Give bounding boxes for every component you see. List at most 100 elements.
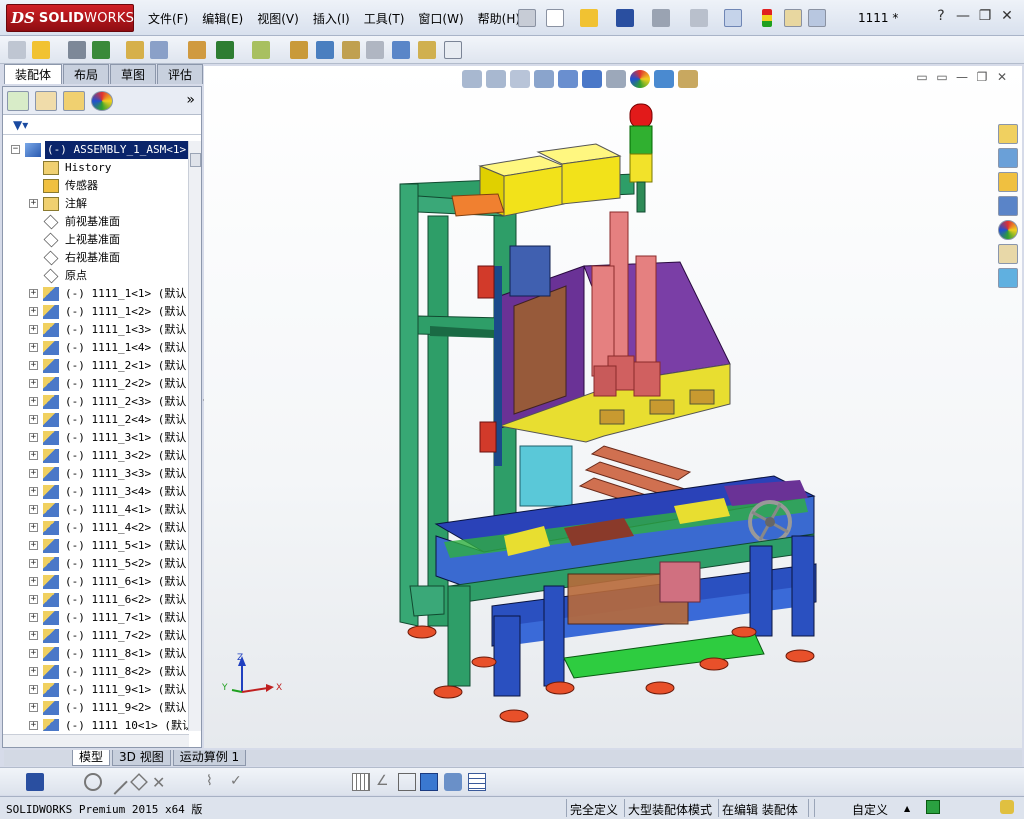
tree-item-component[interactable]: + (-) 1111_3<2> (默认): [3, 447, 189, 465]
expand-icon[interactable]: +: [29, 649, 38, 658]
menu-item-5[interactable]: 窗口(W): [418, 10, 463, 27]
tree-item-component[interactable]: + (-) 1111_6<1> (默认): [3, 573, 189, 591]
custom-properties-icon[interactable]: [998, 244, 1018, 264]
tree-item-component[interactable]: + (-) 1111_3<4> (默认): [3, 483, 189, 501]
panel-expand-icon[interactable]: »: [186, 92, 195, 108]
tree-item-right-plane[interactable]: 右视基准面: [3, 249, 189, 267]
close-icon[interactable]: ✕: [996, 8, 1018, 24]
tab-0[interactable]: 装配体: [4, 64, 63, 84]
tree-filter[interactable]: ▼▾: [3, 115, 201, 135]
assembly-features-icon[interactable]: [216, 41, 234, 59]
bill-of-materials-icon[interactable]: [316, 41, 334, 59]
new-document-icon[interactable]: [546, 9, 564, 27]
tree-item-history[interactable]: History: [3, 159, 189, 177]
forum-icon[interactable]: [998, 268, 1018, 288]
save-icon[interactable]: [26, 773, 44, 791]
menu-item-6[interactable]: 帮助(H): [478, 10, 520, 27]
expand-icon[interactable]: +: [29, 289, 38, 298]
expand-icon[interactable]: +: [29, 343, 38, 352]
mate-icon[interactable]: [68, 41, 86, 59]
expand-icon[interactable]: +: [29, 379, 38, 388]
expand-icon[interactable]: +: [29, 685, 38, 694]
insert-component-icon[interactable]: [8, 41, 26, 59]
view-palette-icon[interactable]: [998, 196, 1018, 216]
scroll-thumb[interactable]: [190, 153, 201, 167]
pin-icon[interactable]: [518, 9, 536, 27]
tree-item-component[interactable]: + (-) 1111_1<2> (默认): [3, 303, 189, 321]
expand-icon[interactable]: +: [29, 397, 38, 406]
expand-icon[interactable]: +: [29, 667, 38, 676]
tree-item-component[interactable]: + (-) 1111_9<1> (默认): [3, 681, 189, 699]
expand-icon[interactable]: +: [29, 631, 38, 640]
units-caret-icon[interactable]: ▲: [904, 804, 910, 813]
select-arrow-icon[interactable]: [724, 9, 742, 27]
grid-icon[interactable]: [352, 773, 370, 791]
tree-item-sensor[interactable]: 传感器: [3, 177, 189, 195]
tree-horizontal-scrollbar[interactable]: [3, 734, 189, 747]
polygon-icon[interactable]: [130, 773, 148, 791]
check-icon[interactable]: ✓: [230, 773, 248, 791]
menu-item-1[interactable]: 编辑(E): [202, 10, 243, 27]
tab-1[interactable]: 布局: [63, 64, 110, 84]
tree-item-origin[interactable]: 原点: [3, 267, 189, 285]
help-icon[interactable]: ?: [930, 8, 952, 24]
menu-item-2[interactable]: 视图(V): [257, 10, 299, 27]
rebuild-traffic-light-icon[interactable]: [762, 9, 772, 27]
instant3d-icon[interactable]: [392, 41, 410, 59]
tab-scroll-arrows[interactable]: [4, 750, 72, 766]
tree-item-annotation[interactable]: + 注解: [3, 195, 189, 213]
show-hidden-icon[interactable]: [188, 41, 206, 59]
tree-item-component[interactable]: + (-) 1111_5<1> (默认): [3, 537, 189, 555]
tree-item-component[interactable]: + (-) 1111_2<1> (默认): [3, 357, 189, 375]
tree-item-component[interactable]: + (-) 1111_7<1> (默认): [3, 609, 189, 627]
tree-item-component[interactable]: + (-) 1111_5<2> (默认): [3, 555, 189, 573]
tree-item-component[interactable]: + (-) 1111_4<2> (默认): [3, 519, 189, 537]
collapse-icon[interactable]: −: [11, 145, 20, 154]
table-icon[interactable]: [468, 773, 486, 791]
tree-item-component[interactable]: + (-) 1111_9<2> (默认): [3, 699, 189, 717]
save-icon[interactable]: [616, 9, 634, 27]
expand-icon[interactable]: +: [29, 361, 38, 370]
expand-icon[interactable]: +: [29, 595, 38, 604]
expand-icon[interactable]: +: [29, 613, 38, 622]
tree-item-front-plane[interactable]: 前视基准面: [3, 213, 189, 231]
help-question-icon[interactable]: [926, 800, 940, 814]
tree-item-component[interactable]: + (-) 1111_3<1> (默认): [3, 429, 189, 447]
paperclip-icon[interactable]: [1000, 800, 1014, 814]
expand-icon[interactable]: +: [29, 559, 38, 568]
expand-icon[interactable]: +: [29, 307, 38, 316]
filter-funnel-icon[interactable]: ▼▾: [13, 118, 28, 132]
design-library-icon[interactable]: [998, 148, 1018, 168]
tree-item-component[interactable]: + (-) 1111_1<3> (默认): [3, 321, 189, 339]
smart-fasteners-icon[interactable]: [126, 41, 144, 59]
tree-item-component[interactable]: + (-) 1111_10<1> (默认: [3, 717, 189, 731]
bottom-tab-1[interactable]: 3D 视图: [112, 750, 171, 766]
tree-item-component[interactable]: + (-) 1111_8<2> (默认): [3, 663, 189, 681]
move-component-icon[interactable]: [150, 41, 168, 59]
property-manager-icon[interactable]: [35, 91, 57, 111]
appearances-scenes-icon[interactable]: [998, 220, 1018, 240]
bottom-tab-0[interactable]: 模型: [72, 750, 111, 766]
exploded-view-icon[interactable]: [342, 41, 360, 59]
tree-item-component[interactable]: + (-) 1111_2<4> (默认): [3, 411, 189, 429]
tree-item-component[interactable]: + (-) 1111_2<3> (默认): [3, 393, 189, 411]
expand-icon[interactable]: +: [29, 523, 38, 532]
line-icon[interactable]: [102, 769, 128, 795]
update-speedpak-icon[interactable]: [418, 41, 436, 59]
options-icon[interactable]: [808, 9, 826, 27]
expand-icon[interactable]: +: [29, 433, 38, 442]
graphics-area[interactable]: ▭ ▭ — ❐ ✕ Z X Y: [204, 66, 1022, 748]
status-units[interactable]: 自定义: [852, 801, 888, 818]
configuration-manager-icon[interactable]: [63, 91, 85, 111]
cube-wire-icon[interactable]: [398, 773, 416, 791]
file-properties-icon[interactable]: [784, 9, 802, 27]
cube-shaded-icon[interactable]: [420, 773, 438, 791]
expand-icon[interactable]: +: [29, 325, 38, 334]
tree-item-component[interactable]: + (-) 1111_6<2> (默认): [3, 591, 189, 609]
tree-item-component[interactable]: + (-) 1111_8<1> (默认): [3, 645, 189, 663]
solidworks-logo[interactable]: DS SOLIDWORKS: [6, 4, 134, 32]
explode-line-icon[interactable]: [366, 41, 384, 59]
mirror-icon[interactable]: ⌇: [206, 773, 224, 791]
linear-pattern-icon[interactable]: [92, 41, 110, 59]
bottom-tab-2[interactable]: 运动算例 1: [172, 750, 247, 766]
